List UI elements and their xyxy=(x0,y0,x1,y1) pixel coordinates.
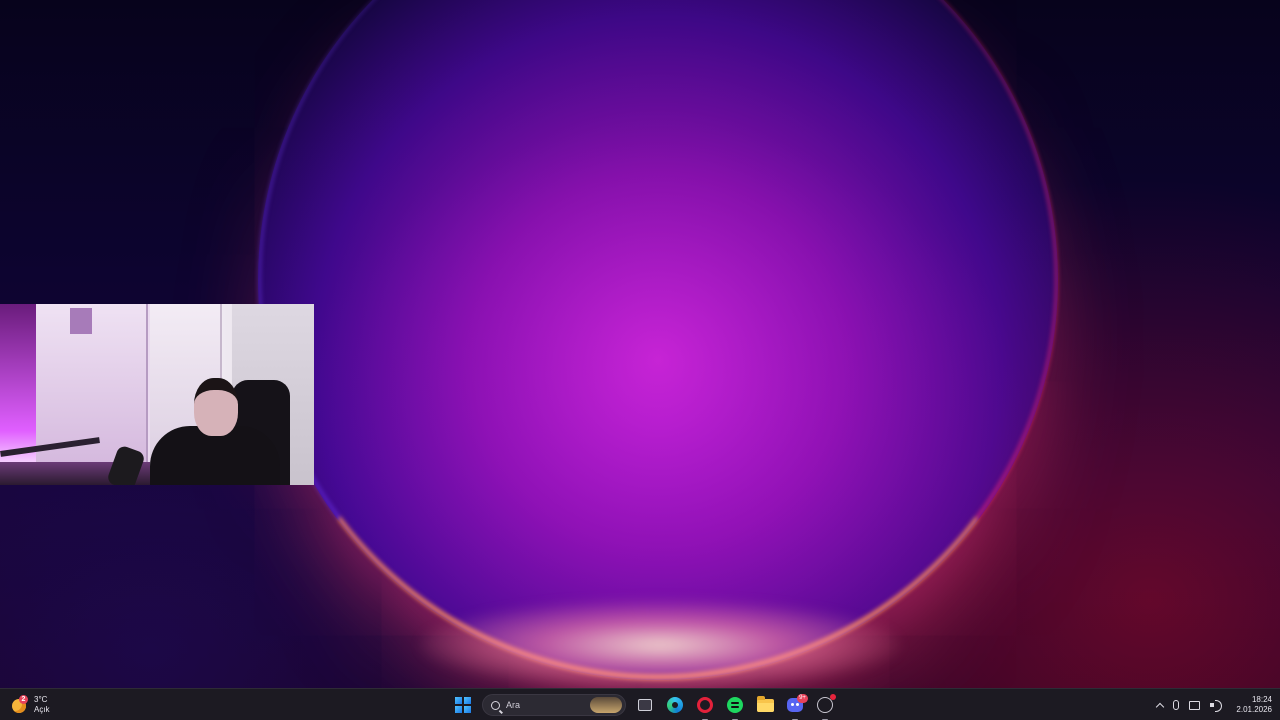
clock-date: 2.01.2026 xyxy=(1236,705,1272,714)
file-explorer-button[interactable] xyxy=(754,694,776,716)
spotify-icon xyxy=(727,697,743,713)
edge-icon xyxy=(667,697,683,713)
wallpaper-orb-rim xyxy=(258,0,1058,680)
task-view-icon xyxy=(638,699,652,711)
search-highlight-image xyxy=(590,697,622,713)
webcam-led-light xyxy=(0,304,36,485)
microphone-icon[interactable] xyxy=(1173,700,1180,710)
weather-text: 3°C Açık xyxy=(34,695,50,715)
edge-button[interactable] xyxy=(664,694,686,716)
weather-condition: Açık xyxy=(34,705,50,714)
steam-icon xyxy=(817,694,836,713)
windows-logo-icon xyxy=(455,697,471,713)
task-view-button[interactable] xyxy=(634,694,656,716)
taskbar: 2 3°C Açık Ara 9+ 18:24 2.01.2026 xyxy=(0,688,1280,720)
discord-button[interactable]: 9+ xyxy=(784,694,808,720)
search-input[interactable]: Ara xyxy=(482,694,626,716)
wallpaper-orb-glow xyxy=(420,600,900,688)
discord-notification-badge: 9+ xyxy=(797,694,808,703)
webcam-overlay xyxy=(0,304,314,485)
weather-temperature: 3°C xyxy=(34,695,48,704)
search-icon xyxy=(491,700,500,710)
spotify-button[interactable] xyxy=(724,694,746,720)
display-icon[interactable] xyxy=(1189,700,1201,710)
opera-icon xyxy=(697,697,713,713)
search-placeholder: Ara xyxy=(506,700,521,710)
show-hidden-icons-chevron-icon[interactable] xyxy=(1156,702,1165,711)
taskbar-center: Ara 9+ xyxy=(452,689,836,720)
speaker-icon[interactable] xyxy=(1210,700,1223,712)
start-button[interactable] xyxy=(452,694,474,716)
weather-widget[interactable]: 2 3°C Açık xyxy=(10,689,50,720)
webcam-poster xyxy=(70,308,92,334)
steam-notification-dot xyxy=(830,694,836,700)
webcam-person-head xyxy=(194,378,238,436)
steam-button[interactable] xyxy=(814,694,836,720)
clock[interactable]: 18:24 2.01.2026 xyxy=(1232,695,1272,715)
weather-badge: 2 xyxy=(19,695,28,704)
system-tray: 18:24 2.01.2026 xyxy=(1156,689,1272,720)
clock-time: 18:24 xyxy=(1251,695,1272,704)
moon-icon: 2 xyxy=(10,695,28,714)
opera-button[interactable] xyxy=(694,694,716,720)
folder-icon xyxy=(756,695,774,712)
discord-icon: 9+ xyxy=(787,694,808,712)
